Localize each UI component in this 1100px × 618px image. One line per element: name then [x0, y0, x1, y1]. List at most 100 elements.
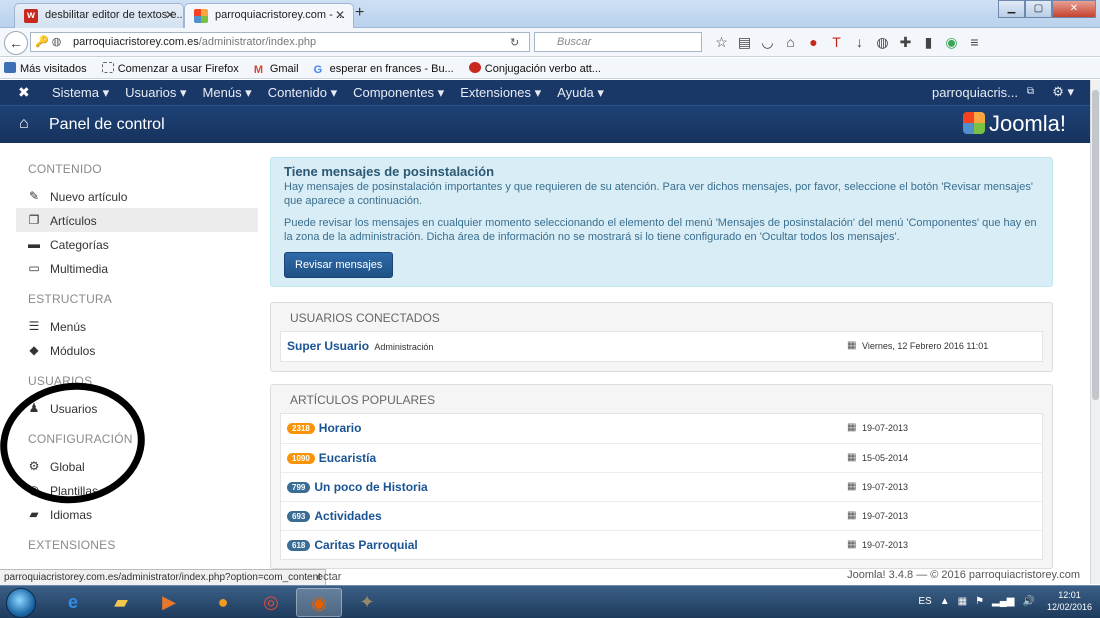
close-window-icon[interactable]: ✕	[1052, 0, 1096, 18]
table-row: 2318 Horario ▦ 19-07-2013	[281, 414, 1042, 443]
alert-text: Hay mensajes de posinstalación important…	[284, 181, 1033, 207]
hits-badge: 618	[287, 540, 311, 551]
gimp-icon[interactable]: ✦	[344, 588, 390, 617]
calendar-icon: ▦	[847, 340, 857, 351]
clock-time: 12:01	[1058, 590, 1081, 600]
bookmark-label: Gmail	[269, 63, 299, 75]
sidebar-item-multimedia[interactable]: ▭ Multimedia	[16, 256, 258, 280]
link-preview-status: parroquiacristorey.com.es/administrator/…	[0, 569, 326, 586]
menu-ayuda[interactable]: Ayuda ▾	[557, 85, 604, 101]
ie-icon[interactable]: e	[50, 588, 96, 617]
bookmark-star-icon[interactable]: ☆	[710, 33, 733, 51]
site-link[interactable]: parroquiacris...	[932, 85, 1018, 100]
scrollbar-thumb[interactable]	[1092, 90, 1099, 400]
reading-list-icon[interactable]: ▤	[733, 33, 756, 51]
tab-title: desbilitar editor de textos e...	[45, 9, 184, 21]
site-info-icon[interactable]: 🔑 ◍	[35, 35, 61, 48]
bookmark-label: Más visitados	[20, 63, 87, 75]
user-link[interactable]: Super Usuario	[287, 339, 369, 353]
sidebar-item-label: Categorías	[50, 238, 109, 252]
menu-componentes[interactable]: Componentes ▾	[353, 85, 444, 101]
menu-sistema[interactable]: Sistema ▾	[52, 85, 109, 101]
url-bar[interactable]: 🔑 ◍ parroquiacristorey.com.es/administra…	[30, 32, 530, 52]
chat-icon[interactable]: ◍	[871, 33, 894, 51]
app-orange-icon[interactable]: ●	[200, 588, 246, 617]
article-link[interactable]: Horario	[319, 421, 362, 435]
clock[interactable]: 12:01 12/02/2016	[1047, 589, 1092, 613]
image-icon: ▭	[28, 261, 40, 275]
explorer-icon[interactable]: ▰	[98, 588, 144, 617]
close-tab-icon[interactable]: ✕	[335, 8, 345, 22]
article-link[interactable]: Un poco de Historia	[314, 480, 427, 494]
sidebar-item-idiomas[interactable]: ▰ Idiomas	[16, 502, 258, 526]
bookmark-item[interactable]: Gesperar en frances - Bu...	[314, 63, 454, 76]
language-indicator[interactable]: ES	[918, 596, 931, 607]
joomla-logo-icon[interactable]: ✖	[18, 84, 30, 101]
pocket-icon[interactable]: ◡	[756, 33, 779, 51]
adblock-icon[interactable]: ●	[802, 33, 825, 51]
bookmark-item[interactable]: Conjugación verbo att...	[468, 62, 601, 75]
media-player-icon[interactable]: ▶	[146, 588, 192, 617]
text-tool-icon[interactable]: T	[825, 33, 848, 51]
tab-parroquia[interactable]: parroquiacristorey.com - ... ✕	[184, 3, 354, 28]
comments-icon: ▰	[29, 507, 39, 521]
url-host: parroquiacristorey.com.es	[73, 36, 199, 48]
bookmark-item[interactable]: Más visitados	[4, 62, 87, 75]
sidebar-item-menus[interactable]: ☰ Menús	[16, 314, 258, 338]
home-icon[interactable]: ⌂	[779, 33, 802, 51]
network-icon[interactable]: ▦	[958, 596, 967, 607]
table-row: 618 Caritas Parroquial ▦ 19-07-2013	[281, 530, 1042, 559]
menu-extensiones[interactable]: Extensiones ▾	[460, 85, 541, 101]
article-link[interactable]: Eucaristía	[319, 451, 376, 465]
sidebar-item-categorias[interactable]: ▬ Categorías	[16, 232, 258, 256]
menu-contenido[interactable]: Contenido ▾	[268, 85, 337, 101]
maximize-icon[interactable]: ▢	[1025, 0, 1052, 18]
review-messages-button[interactable]: Revisar mensajes	[284, 252, 394, 278]
reload-icon[interactable]: ↻	[510, 36, 519, 49]
sidebar-item-articulos[interactable]: ❐ Artículos	[16, 208, 258, 232]
sync-icon[interactable]: ◉	[940, 33, 963, 51]
window-controls: ▁ ▢ ✕	[998, 0, 1096, 18]
hits-badge: 799	[287, 482, 311, 493]
signal-icon[interactable]: ▂▄▆	[992, 596, 1014, 607]
search-input[interactable]: Buscar	[534, 32, 702, 52]
tab-desbilitar[interactable]: w desbilitar editor de textos e... ✕	[14, 3, 184, 28]
firefox-icon[interactable]: ◉	[296, 588, 342, 617]
menu-menus[interactable]: Menús ▾	[203, 85, 252, 101]
w-favicon-icon: w	[24, 9, 38, 23]
close-tab-icon[interactable]: ✕	[165, 8, 175, 22]
clipboard-icon[interactable]: ▮	[917, 33, 940, 51]
tab-title: parroquiacristorey.com - ...	[215, 9, 346, 21]
footer-copyright: Joomla! 3.4.8 — © 2016 parroquiacristore…	[847, 569, 1080, 581]
sidebar-item-nuevo-articulo[interactable]: ✎ Nuevo artículo	[16, 184, 258, 208]
article-link[interactable]: Actividades	[314, 509, 381, 523]
menu-hamburger-icon[interactable]: ≡	[963, 33, 986, 51]
bookmark-item[interactable]: Comenzar a usar Firefox	[101, 62, 239, 75]
bookmark-item[interactable]: M Gmail	[254, 63, 299, 76]
chrome-icon[interactable]: ◎	[248, 588, 294, 617]
page-title: Panel de control	[49, 116, 165, 133]
list-icon: ☰	[28, 319, 40, 333]
alert-text: Puede revisar los mensajes en cualquier …	[284, 217, 1037, 243]
page-scrollbar[interactable]	[1090, 80, 1100, 584]
folder-icon: ▬	[28, 237, 40, 251]
volume-icon[interactable]: 🔊	[1023, 596, 1035, 607]
calendar-icon: ▦	[847, 510, 857, 521]
show-hidden-icons-icon[interactable]: ▲	[940, 596, 950, 607]
user-menu-gear[interactable]: ⚙ ▾	[1052, 84, 1074, 100]
page-header: ⌂ Panel de control Joomla!	[0, 105, 1090, 143]
new-tab-icon[interactable]: +	[355, 4, 364, 22]
start-button[interactable]	[6, 588, 36, 618]
back-button[interactable]: ←	[4, 31, 28, 55]
minimize-icon[interactable]: ▁	[998, 0, 1025, 18]
menu-usuarios[interactable]: Usuarios ▾	[125, 85, 186, 101]
bookmark-label: Comenzar a usar Firefox	[117, 63, 239, 75]
extension-icon[interactable]: ✚	[894, 33, 917, 51]
downloads-icon[interactable]: ↓	[848, 33, 871, 51]
sidebar-item-modulos[interactable]: ◆ Módulos	[16, 338, 258, 362]
flag-icon[interactable]: ⚑	[975, 596, 984, 607]
home-icon: ⌂	[19, 115, 29, 132]
article-date: 15-05-2014	[862, 453, 909, 463]
article-link[interactable]: Caritas Parroquial	[314, 538, 417, 552]
bookmark-label: esperar en frances - Bu...	[329, 63, 454, 75]
